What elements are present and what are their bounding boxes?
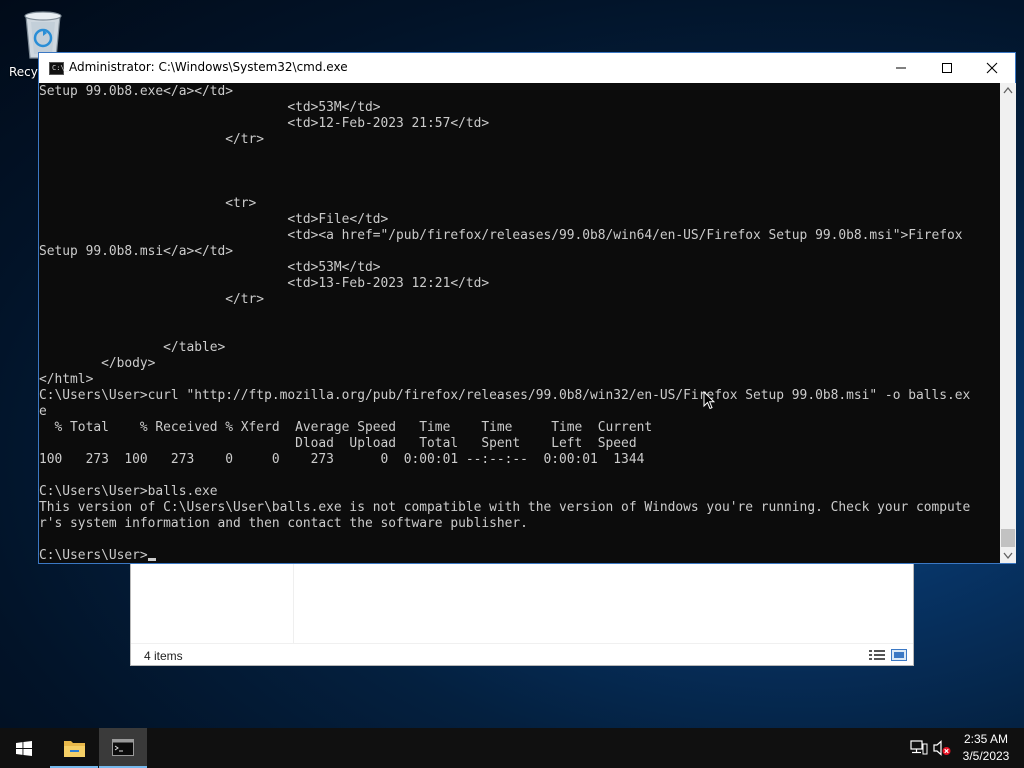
maximize-button[interactable] (924, 53, 970, 83)
console-line: % Total % Received % Xferd Average Speed… (39, 420, 653, 435)
minimize-button[interactable] (878, 53, 924, 83)
console-line: e (39, 404, 47, 419)
console-line: Setup 99.0b8.msi</a></td> (39, 244, 234, 259)
cmd-app-icon[interactable]: C:\_ (49, 62, 69, 75)
console-line: This version of C:\Users\User\balls.exe … (39, 500, 971, 515)
minimize-icon (896, 67, 906, 69)
taskbar-command-prompt-button[interactable] (99, 728, 147, 768)
command-prompt-window[interactable]: C:\_ Administrator: C:\Windows\System32\… (38, 52, 1016, 564)
maximize-icon (942, 63, 952, 73)
console-line: <td>12-Feb-2023 21:57</td> (39, 116, 490, 131)
console-line: <td>53M</td> (39, 100, 381, 115)
taskbar-file-explorer-button[interactable] (50, 728, 98, 768)
folder-icon (64, 741, 85, 757)
file-explorer-window[interactable]: 4 items (130, 560, 914, 666)
scroll-up-arrow-icon[interactable] (1000, 83, 1016, 99)
start-button[interactable] (0, 728, 48, 768)
clock-time: 2:35 AM (963, 732, 1009, 746)
scroll-down-arrow-icon[interactable] (1000, 547, 1016, 563)
mouse-pointer-icon (703, 391, 715, 410)
item-count: 4 items (144, 649, 183, 663)
network-icon[interactable] (910, 740, 928, 756)
console-line: <td>13-Feb-2023 12:21</td> (39, 276, 490, 291)
text-cursor (147, 558, 156, 561)
command-prompt-icon (112, 739, 134, 756)
console-line: 100 273 100 273 0 0 273 0 0:00:01 --:--:… (39, 452, 645, 467)
system-clock[interactable]: 2:35 AM 3/5/2023 (952, 731, 1020, 765)
console-line: </table> (39, 340, 226, 355)
volume-muted-icon[interactable] (933, 740, 951, 756)
close-icon (986, 62, 998, 74)
console-line: </body> (39, 356, 156, 371)
window-titlebar[interactable]: C:\_ Administrator: C:\Windows\System32\… (39, 53, 1015, 83)
console-line: Setup 99.0b8.exe</a></td> (39, 84, 234, 99)
explorer-status-bar: 4 items (131, 643, 913, 666)
console-line: </tr> (39, 292, 265, 307)
taskbar: 2:35 AM 3/5/2023 (0, 728, 1024, 768)
console-line: <td><a href="/pub/firefox/releases/99.0b… (39, 228, 963, 243)
console-line: <td>File</td> (39, 212, 389, 227)
console-line: <tr> (39, 196, 257, 211)
console-line: Dload Upload Total Spent Left Speed (39, 436, 637, 451)
windows-logo-icon (16, 741, 32, 756)
details-view-icon[interactable] (869, 649, 885, 661)
close-button[interactable] (969, 53, 1015, 83)
console-line: </tr> (39, 132, 265, 147)
console-line: <td>53M</td> (39, 260, 381, 275)
clock-date: 3/5/2023 (962, 749, 1010, 763)
console-line: r's system information and then contact … (39, 516, 528, 531)
console-output[interactable]: Setup 99.0b8.exe</a></td> <td>53M</td> <… (39, 83, 999, 563)
vertical-scrollbar[interactable] (1000, 83, 1016, 563)
large-icons-view-icon[interactable] (891, 649, 907, 661)
console-line: C:\Users\User>curl "http://ftp.mozilla.o… (39, 388, 971, 403)
console-line: C:\Users\User>balls.exe (39, 484, 218, 499)
navigation-pane-divider (293, 561, 294, 643)
console-line: </html> (39, 372, 94, 387)
scrollbar-thumb[interactable] (1001, 529, 1015, 547)
cmd-app-icon-text: C:\_ (52, 64, 69, 72)
window-title: Administrator: C:\Windows\System32\cmd.e… (69, 60, 348, 74)
console-line: C:\Users\User> (39, 548, 999, 563)
